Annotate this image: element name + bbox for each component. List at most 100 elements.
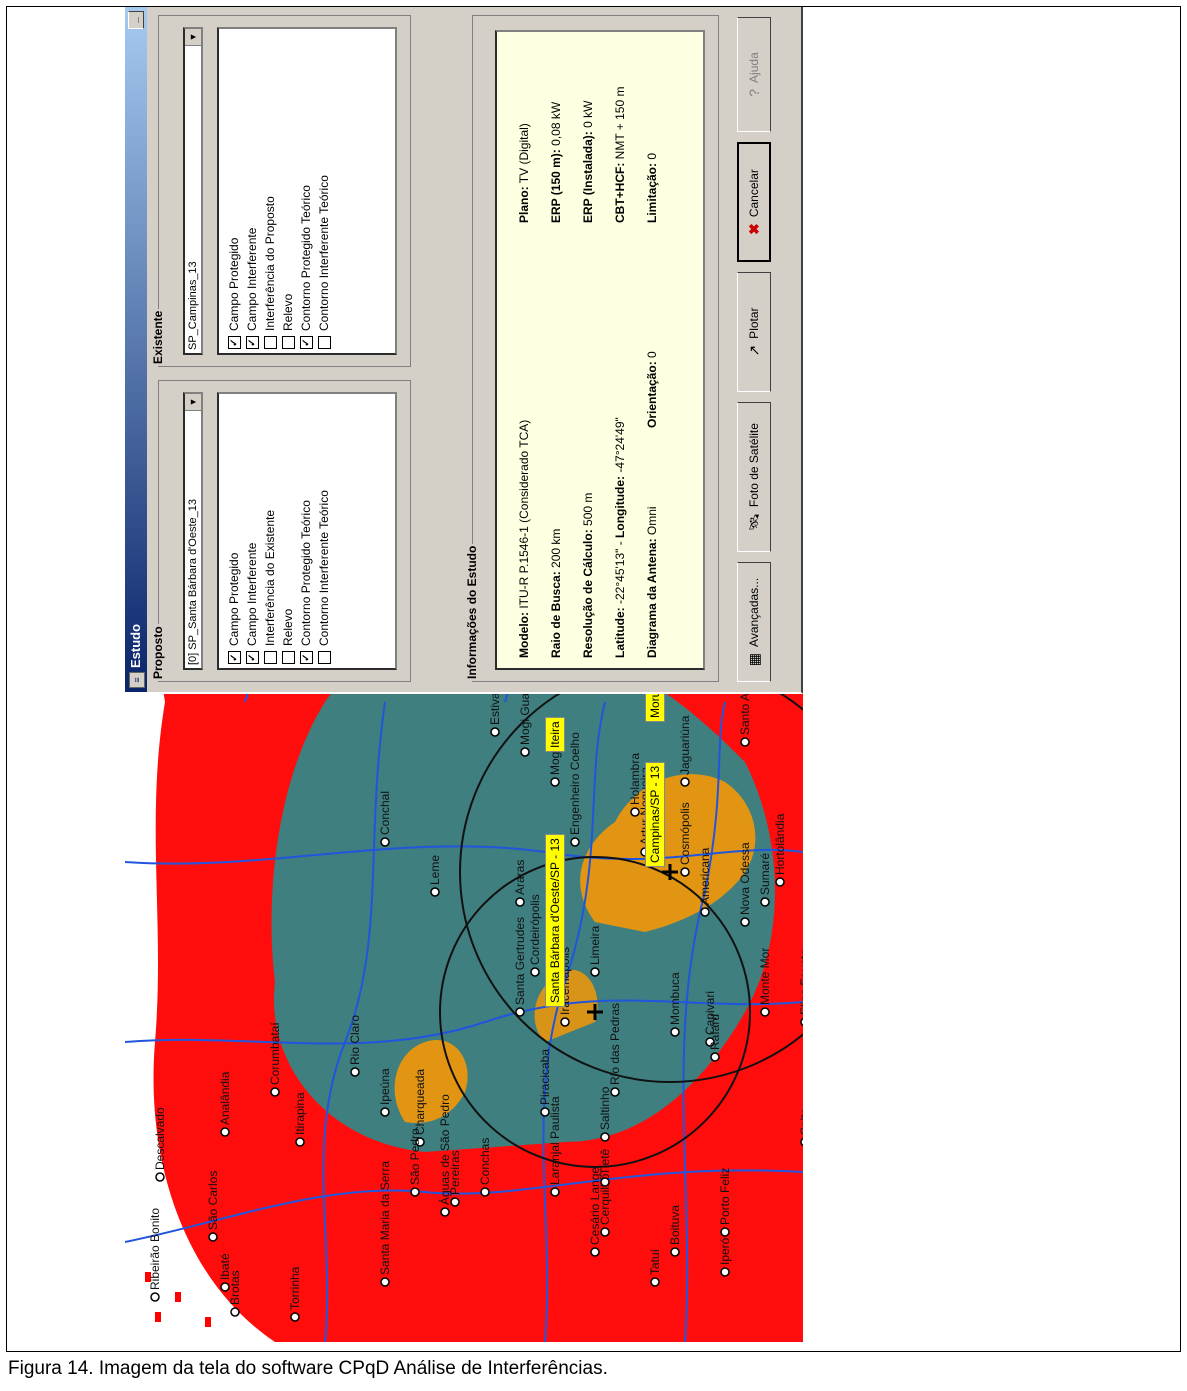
proposto-select[interactable]: [0] SP_Santa Bárbara d'Oeste_13 ▼ (183, 392, 203, 670)
info-cbt: CBT+HCF: NMT + 150 m (613, 86, 627, 223)
station-label-campinas[interactable]: Campinas/SP - 13 (645, 761, 665, 867)
town-marker-icon[interactable] (710, 1052, 720, 1062)
town-marker-icon[interactable] (515, 897, 525, 907)
town-marker-icon[interactable] (230, 1307, 240, 1317)
info-erp-instalada: ERP (Instalada): 0 kW (581, 100, 595, 223)
town-marker-icon[interactable] (380, 837, 390, 847)
town-marker-icon[interactable] (155, 1172, 165, 1182)
town-label: Rio das Pedras (608, 1003, 622, 1085)
help-icon: ? (746, 88, 762, 97)
town-marker-icon[interactable] (600, 1177, 610, 1187)
town-marker-icon[interactable] (380, 1107, 390, 1117)
checkbox-icon[interactable]: ✓ (299, 336, 313, 349)
info-erp150: ERP (150 m): 0,08 kW (549, 101, 563, 223)
checkbox-icon[interactable]: ✓ (245, 336, 259, 349)
town-label: Salto (798, 1107, 803, 1135)
checkbox-icon[interactable] (263, 336, 277, 349)
town-marker-icon[interactable] (630, 807, 640, 817)
town-marker-icon[interactable] (550, 1187, 560, 1197)
town-marker-icon[interactable] (350, 1067, 360, 1077)
town-marker-icon[interactable] (570, 837, 580, 847)
station-label-small[interactable]: Iteira (545, 717, 565, 752)
existente-select[interactable]: SP_Campinas_13 ▼ (183, 27, 203, 355)
town-marker-icon[interactable] (560, 1017, 570, 1027)
town-marker-icon[interactable] (740, 737, 750, 747)
town-marker-icon[interactable] (760, 897, 770, 907)
proposto-checkbox-4[interactable]: ✓ Contorno Protegido Teórico (297, 398, 315, 664)
town-marker-icon[interactable] (295, 1137, 305, 1147)
checkbox-icon[interactable]: ✓ (299, 651, 313, 664)
town-marker-icon[interactable] (775, 877, 785, 887)
checkbox-icon[interactable]: ✓ (227, 651, 241, 664)
chevron-down-icon[interactable]: ▼ (185, 29, 201, 46)
advanced-button[interactable]: ▦ Avançadas... (737, 562, 771, 682)
town-marker-icon[interactable] (515, 1007, 525, 1017)
info-modelo: Modelo: ITU-R P.1546-1 (Considerado TCA) (517, 419, 531, 658)
town-marker-icon[interactable] (490, 727, 500, 737)
town-marker-icon[interactable] (670, 1027, 680, 1037)
town-marker-icon[interactable] (450, 1197, 460, 1207)
station-label-santa-barbara[interactable]: Santa Bárbara d'Oeste/SP - 13 (545, 834, 565, 1007)
cancel-button[interactable]: ✖ Cancelar (737, 142, 771, 262)
town-marker-icon[interactable] (600, 1132, 610, 1142)
checkbox-icon[interactable]: ✓ (227, 336, 241, 349)
town-marker-icon[interactable] (760, 1007, 770, 1017)
town-marker-icon[interactable] (440, 1207, 450, 1217)
checkbox-icon[interactable] (281, 336, 295, 349)
plot-icon: ↗ (745, 344, 762, 357)
town-label: São Carlos (206, 1171, 220, 1230)
town-label: Corumbataí (268, 1022, 282, 1085)
town-marker-icon[interactable] (610, 1087, 620, 1097)
town-marker-icon[interactable] (430, 887, 440, 897)
checkbox-label: Contorno Protegido Teórico (299, 500, 313, 646)
town-marker-icon[interactable] (800, 1017, 803, 1027)
town-marker-icon[interactable] (590, 1247, 600, 1257)
town-marker-icon[interactable] (480, 1187, 490, 1197)
satellite-photo-button[interactable]: 🛰 Foto de Satélite (737, 402, 771, 552)
checkbox-icon[interactable]: ✓ (245, 651, 259, 664)
town-marker-icon[interactable] (380, 1277, 390, 1287)
town-marker-icon[interactable] (520, 747, 530, 757)
proposto-checkbox-0[interactable]: ✓ Campo Protegido (225, 398, 243, 664)
close-icon: ✖ (745, 223, 762, 235)
proposto-checkbox-1[interactable]: ✓ Campo Interferente (243, 398, 261, 664)
town-marker-icon[interactable] (150, 1292, 160, 1302)
existente-checkbox-1[interactable]: ✓ Campo Interferente (243, 33, 261, 349)
town-marker-icon[interactable] (720, 1227, 730, 1237)
town-marker-icon[interactable] (590, 967, 600, 977)
town-marker-icon[interactable] (530, 967, 540, 977)
town-marker-icon[interactable] (700, 907, 710, 917)
existente-checkbox-5[interactable]: Contorno Interferente Teórico (315, 33, 333, 349)
dialog-titlebar[interactable]: ≡ Estudo _ (125, 7, 147, 692)
chevron-down-icon[interactable]: ▼ (185, 394, 201, 411)
town-marker-icon[interactable] (600, 1227, 610, 1237)
existente-checkbox-2[interactable]: Interferência do Proposto (261, 33, 279, 349)
town-marker-icon[interactable] (720, 1267, 730, 1277)
checkbox-icon[interactable] (263, 651, 277, 664)
existente-checkbox-0[interactable]: ✓ Campo Protegido (225, 33, 243, 349)
proposto-checkbox-5[interactable]: Contorno Interferente Teórico (315, 398, 333, 664)
town-marker-icon[interactable] (650, 1277, 660, 1287)
checkbox-icon[interactable] (281, 651, 295, 664)
town-marker-icon[interactable] (270, 1087, 280, 1097)
town-label: Saltinho (598, 1086, 612, 1130)
town-marker-icon[interactable] (208, 1232, 218, 1242)
town-marker-icon[interactable] (550, 777, 560, 787)
checkbox-icon[interactable] (317, 336, 331, 349)
town-marker-icon[interactable] (800, 1137, 803, 1147)
proposto-checkbox-3[interactable]: Relevo (279, 398, 297, 664)
town-marker-icon[interactable] (670, 1247, 680, 1257)
town-marker-icon[interactable] (680, 777, 690, 787)
help-button[interactable]: ? Ajuda (737, 17, 771, 132)
existente-checkbox-3[interactable]: Relevo (279, 33, 297, 349)
checkbox-icon[interactable] (317, 651, 331, 664)
town-marker-icon[interactable] (290, 1312, 300, 1322)
existente-checkbox-4[interactable]: ✓ Contorno Protegido Teórico (297, 33, 315, 349)
plot-button[interactable]: ↗ Plotar (737, 272, 771, 392)
proposto-checkbox-2[interactable]: Interferência do Existente (261, 398, 279, 664)
town-marker-icon[interactable] (220, 1127, 230, 1137)
town-marker-icon[interactable] (740, 917, 750, 927)
minimize-button[interactable]: _ (128, 11, 144, 29)
town-marker-icon[interactable] (680, 867, 690, 877)
town-marker-icon[interactable] (410, 1187, 420, 1197)
